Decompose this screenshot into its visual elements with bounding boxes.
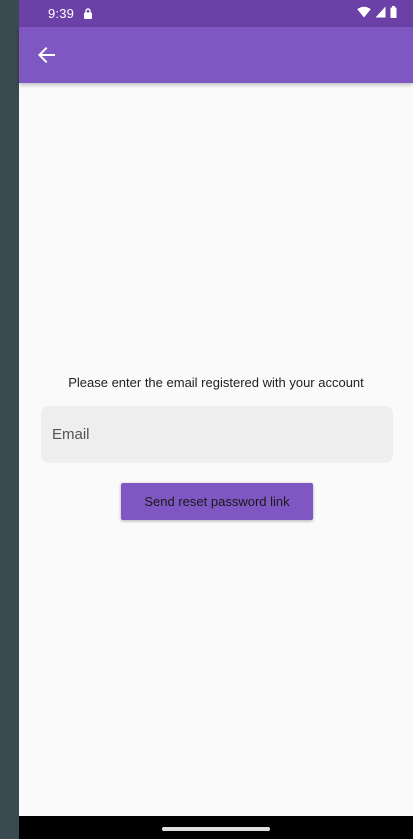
navigation-bar — [19, 816, 413, 839]
arrow-back-icon — [38, 47, 55, 63]
email-field[interactable] — [41, 406, 393, 463]
wifi-icon — [357, 6, 371, 18]
reset-password-content: Please enter the email registered with y… — [19, 83, 413, 816]
status-bar: 9:39 — [19, 0, 413, 27]
email-input[interactable] — [52, 406, 393, 463]
lock-icon — [84, 8, 93, 19]
send-reset-link-button[interactable]: Send reset password link — [121, 483, 313, 520]
status-time: 9:39 — [48, 6, 75, 21]
status-icons — [357, 6, 397, 18]
phone-screen: 9:39 Please enter the email registered w… — [19, 0, 413, 839]
signal-icon — [375, 6, 386, 18]
battery-icon — [390, 6, 397, 18]
instruction-text: Please enter the email registered with y… — [68, 375, 364, 390]
back-button[interactable] — [35, 43, 59, 67]
app-bar — [19, 27, 413, 83]
home-gesture-handle[interactable] — [162, 827, 270, 831]
